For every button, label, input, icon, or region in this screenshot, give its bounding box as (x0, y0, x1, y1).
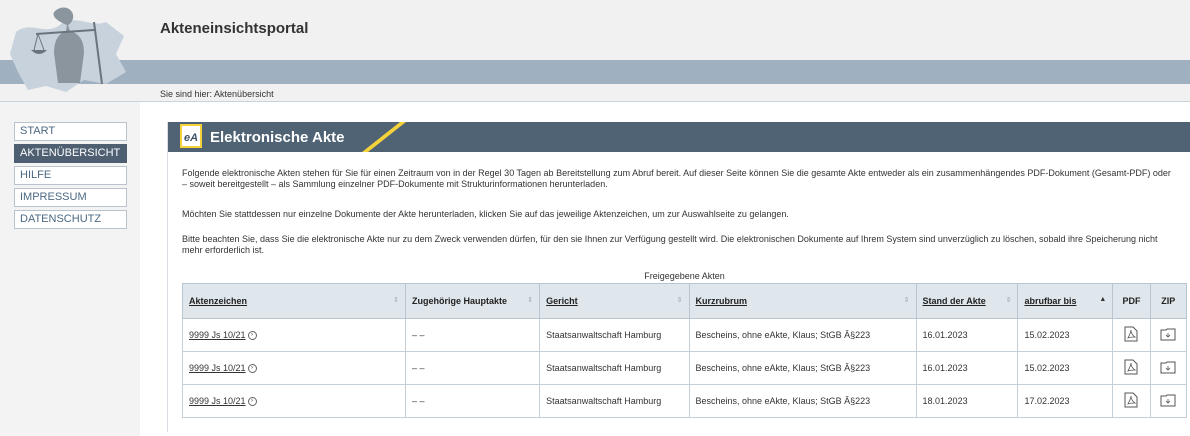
cell-hauptakte: – – (404, 384, 541, 418)
table-header-row: Aktenzeichen ⇕ Zugehörige Hauptakte ⇕ Geri… (182, 283, 1188, 319)
cell-gericht: Staatsanwaltschaft Hamburg (539, 384, 690, 418)
circle-arrow-icon[interactable]: › (247, 397, 257, 407)
justitia-logo (10, 7, 126, 92)
breadcrumb: Sie sind hier: Aktenübersicht (160, 89, 274, 99)
table-row: 9999 Js 10/21 › – – Staatsanwaltschaft Ha… (182, 318, 1188, 352)
cell-kurzrubrum: Bescheins, ohne eAkte, Klaus; StGB Â§223 (688, 318, 917, 352)
cell-stand: 16.01.2023 (915, 351, 1019, 385)
breadcrumb-current: Aktenübersicht (214, 89, 274, 99)
usage-paragraph: Bitte beachten Sie, dass Sie die elektro… (182, 234, 1158, 255)
sidebar-nav: START AKTENÜBERSICHT HILFE IMPRESSUM DAT… (14, 122, 127, 232)
cell-stand: 16.01.2023 (915, 318, 1019, 352)
sort-icon: ⇕ (1005, 297, 1012, 304)
zip-folder-icon[interactable] (1160, 327, 1176, 341)
col-pdf: PDF (1112, 283, 1151, 319)
cell-stand: 18.01.2023 (915, 384, 1019, 418)
intro-paragraph: Folgende elektronische Akten stehen für … (182, 168, 1171, 189)
cell-abrufbar: 17.02.2023 (1017, 384, 1114, 418)
col-abrufbar[interactable]: abrufbar bis ▲ (1017, 283, 1114, 319)
cell-hauptakte: – – (404, 351, 541, 385)
portal-title: Akteneinsichtsportal (160, 20, 309, 37)
col-gericht[interactable]: Gericht ⇕ (539, 283, 690, 319)
download-paragraph: Möchten Sie stattdessen nur einzelne Dok… (182, 209, 789, 219)
col-aktenzeichen[interactable]: Aktenzeichen ⇕ (182, 283, 406, 319)
cell-kurzrubrum: Bescheins, ohne eAkte, Klaus; StGB Â§223 (688, 384, 917, 418)
col-zip: ZIP (1149, 283, 1188, 319)
aktenzeichen-link[interactable]: 9999 Js 10/21 (189, 330, 246, 340)
col-hauptakte[interactable]: Zugehörige Hauptakte ⇕ (404, 283, 541, 319)
col-kurzrubrum[interactable]: Kurzrubrum ⇕ (688, 283, 917, 319)
header-band (0, 60, 1190, 84)
section-title: Elektronische Akte (210, 129, 345, 146)
cell-abrufbar: 15.02.2023 (1017, 318, 1114, 352)
pdf-file-icon[interactable] (1124, 359, 1138, 375)
nav-item-start[interactable]: START (14, 122, 127, 141)
cell-hauptakte: – – (404, 318, 541, 352)
aktenzeichen-link[interactable]: 9999 Js 10/21 (189, 396, 246, 406)
ea-document-icon: eA (180, 124, 202, 148)
section-title-bar: eA Elektronische Akte (168, 122, 1190, 152)
table-row: 9999 Js 10/21 › – – Staatsanwaltschaft Ha… (182, 351, 1188, 385)
sort-asc-icon: ▲ (1099, 296, 1107, 303)
ea-badge-text: eA (184, 132, 198, 144)
pdf-file-icon[interactable] (1124, 326, 1138, 342)
aktenzeichen-link[interactable]: 9999 Js 10/21 (189, 363, 246, 373)
sort-icon: ⇕ (393, 297, 399, 304)
cell-gericht: Staatsanwaltschaft Hamburg (539, 351, 690, 385)
pdf-file-icon[interactable] (1124, 392, 1138, 408)
circle-arrow-icon[interactable]: › (247, 331, 257, 341)
breadcrumb-label: Sie sind hier: (160, 89, 213, 99)
col-stand[interactable]: Stand der Akte ⇕ (915, 283, 1019, 319)
cell-abrufbar: 15.02.2023 (1017, 351, 1114, 385)
sort-icon: ⇕ (903, 297, 910, 304)
nav-item-datenschutz[interactable]: DATENSCHUTZ (14, 210, 127, 229)
sort-icon: ⇕ (676, 297, 683, 304)
main-content: eA Elektronische Akte Folgende elektroni… (167, 122, 1190, 432)
zip-folder-icon[interactable] (1160, 393, 1176, 407)
cell-gericht: Staatsanwaltschaft Hamburg (539, 318, 690, 352)
nav-item-hilfe[interactable]: HILFE (14, 166, 127, 185)
zip-folder-icon[interactable] (1160, 360, 1176, 374)
sort-icon: ⇕ (527, 297, 534, 304)
akten-table: Aktenzeichen ⇕ Zugehörige Hauptakte ⇕ Geri… (182, 283, 1188, 418)
nav-item-aktenuebersicht[interactable]: AKTENÜBERSICHT (14, 144, 127, 163)
nav-item-impressum[interactable]: IMPRESSUM (14, 188, 127, 207)
table-row: 9999 Js 10/21 › – – Staatsanwaltschaft Ha… (182, 384, 1188, 418)
table-caption: Freigegebene Akten (644, 271, 725, 281)
cell-kurzrubrum: Bescheins, ohne eAkte, Klaus; StGB Â§223 (688, 351, 917, 385)
circle-arrow-icon[interactable]: › (247, 364, 257, 374)
